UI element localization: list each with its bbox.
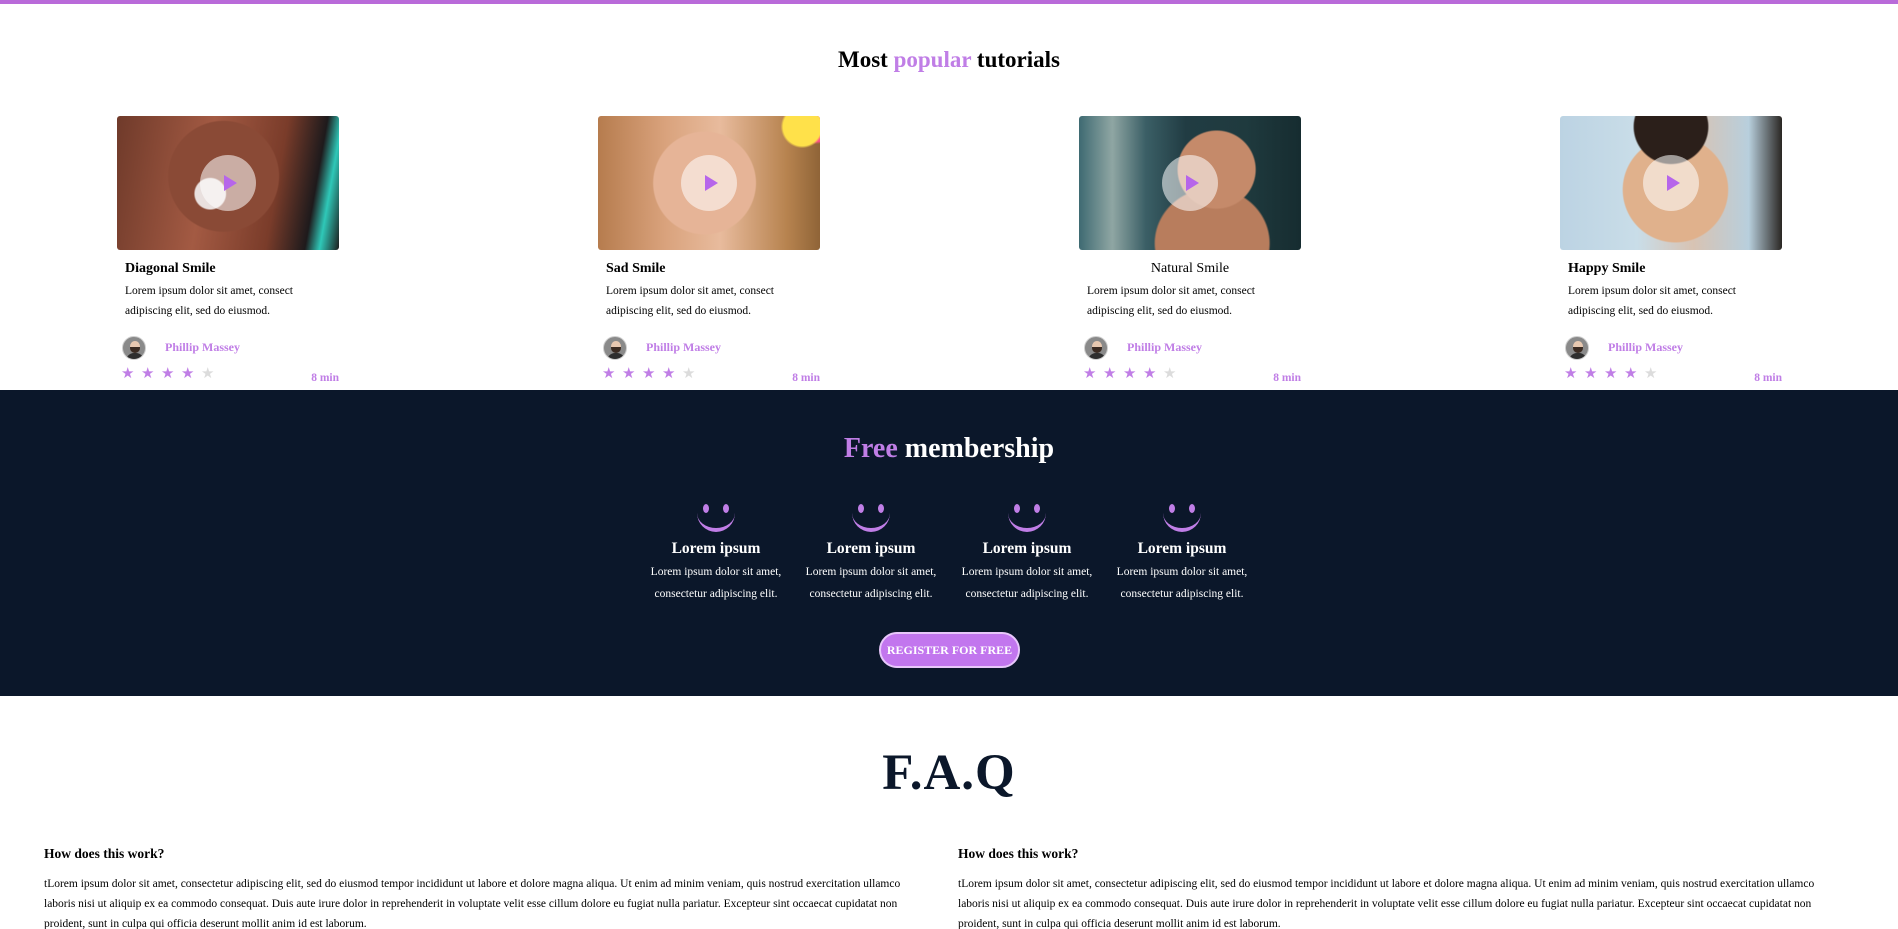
benefit-item: Lorem ipsum Lorem ipsum dolor sit amet, … [796,502,946,605]
star-icon: ★ [141,364,155,382]
tutorial-description: Lorem ipsum dolor sit amet, consect adip… [125,285,293,317]
benefit-item: Lorem ipsum Lorem ipsum dolor sit amet, … [641,502,791,605]
benefit-title: Lorem ipsum [671,540,761,557]
play-icon[interactable] [681,155,737,211]
faq-section: F.A.Q How does this work? tLorem ipsum d… [0,696,1898,929]
star-icon: ★ [181,364,195,382]
tutorial-card[interactable]: Sad Smile Lorem ipsum dolor sit amet, co… [598,116,820,396]
play-icon[interactable] [1162,155,1218,211]
tutorial-thumbnail[interactable] [1560,116,1782,250]
star-icon: ★ [622,364,636,382]
benefit-title: Lorem ipsum [1137,540,1227,557]
membership-title: Free membership [843,433,1055,464]
smile-icon [1161,502,1203,536]
play-icon[interactable] [1643,155,1699,211]
faq-item: How does this work? tLorem ipsum dolor s… [958,846,1838,929]
star-icon: ★ [121,364,135,382]
star-icon: ★ [602,364,616,382]
benefit-item: Lorem ipsum Lorem ipsum dolor sit amet, … [1107,502,1257,605]
star-icon: ★ [201,364,215,382]
benefit-description: Lorem ipsum dolor sit amet, consectetur … [961,566,1093,600]
tutorial-thumbnail[interactable] [598,116,820,250]
author-avatar [1084,336,1108,360]
faq-question: How does this work? [44,846,165,861]
faq-answer: tLorem ipsum dolor sit amet, consectetur… [958,878,1815,929]
rating-stars: ★ ★ ★ ★ ★ [1083,364,1183,382]
play-icon[interactable] [200,155,256,211]
author-name[interactable]: Phillip Massey [165,340,240,355]
tutorial-title: Diagonal Smile [125,261,216,276]
faq-item: How does this work? tLorem ipsum dolor s… [44,846,924,929]
smile-icon [850,502,892,536]
tutorial-duration: 8 min [311,372,339,384]
benefit-description: Lorem ipsum dolor sit amet, consectetur … [650,566,782,600]
benefit-title: Lorem ipsum [982,540,1072,557]
star-icon: ★ [682,364,696,382]
tutorial-title: Happy Smile [1568,261,1646,276]
star-icon: ★ [662,364,676,382]
faq-question: How does this work? [958,846,1079,861]
register-button[interactable]: REGISTER FOR FREE [879,632,1020,668]
author-avatar [122,336,146,360]
tutorial-description: Lorem ipsum dolor sit amet, consect adip… [1087,285,1255,317]
tutorial-card[interactable]: Diagonal Smile Lorem ipsum dolor sit ame… [117,116,339,396]
tutorial-duration: 8 min [792,372,820,384]
rating-stars: ★ ★ ★ ★ ★ [1564,364,1664,382]
star-icon: ★ [1644,364,1658,382]
star-icon: ★ [1624,364,1638,382]
star-icon: ★ [642,364,656,382]
tutorial-card[interactable]: Natural Smile Lorem ipsum dolor sit amet… [1079,116,1301,396]
benefit-title: Lorem ipsum [826,540,916,557]
star-icon: ★ [1584,364,1598,382]
tutorial-title: Sad Smile [606,261,666,276]
rating-stars: ★ ★ ★ ★ ★ [602,364,702,382]
star-icon: ★ [1103,364,1117,382]
tutorial-description: Lorem ipsum dolor sit amet, consect adip… [606,285,774,317]
star-icon: ★ [1564,364,1578,382]
author-avatar [603,336,627,360]
smile-icon [695,502,737,536]
author-name[interactable]: Phillip Massey [1127,340,1202,355]
author-name[interactable]: Phillip Massey [1608,340,1683,355]
star-icon: ★ [1123,364,1137,382]
tutorial-duration: 8 min [1754,372,1782,384]
tutorial-title: Natural Smile [1150,261,1230,276]
star-icon: ★ [161,364,175,382]
smile-icon [1006,502,1048,536]
membership-section: Free membership Lorem ipsum Lorem ipsum … [0,390,1898,696]
benefit-item: Lorem ipsum Lorem ipsum dolor sit amet, … [952,502,1102,605]
tutorial-thumbnail[interactable] [117,116,339,250]
faq-answer: tLorem ipsum dolor sit amet, consectetur… [44,878,901,929]
tutorial-duration: 8 min [1273,372,1301,384]
tutorial-description: Lorem ipsum dolor sit amet, consect adip… [1568,285,1736,317]
author-avatar [1565,336,1589,360]
star-icon: ★ [1143,364,1157,382]
popular-tutorials-section: Most popular tutorials Diagonal Smile Lo… [0,4,1898,390]
star-icon: ★ [1083,364,1097,382]
star-icon: ★ [1163,364,1177,382]
tutorial-card[interactable]: Happy Smile Lorem ipsum dolor sit amet, … [1560,116,1782,396]
faq-title: F.A.Q [882,745,1016,801]
benefit-description: Lorem ipsum dolor sit amet, consectetur … [1116,566,1248,600]
benefit-description: Lorem ipsum dolor sit amet, consectetur … [805,566,937,600]
tutorial-thumbnail[interactable] [1079,116,1301,250]
popular-title: Most popular tutorials [838,47,1060,72]
author-name[interactable]: Phillip Massey [646,340,721,355]
rating-stars: ★ ★ ★ ★ ★ [121,364,221,382]
star-icon: ★ [1604,364,1618,382]
